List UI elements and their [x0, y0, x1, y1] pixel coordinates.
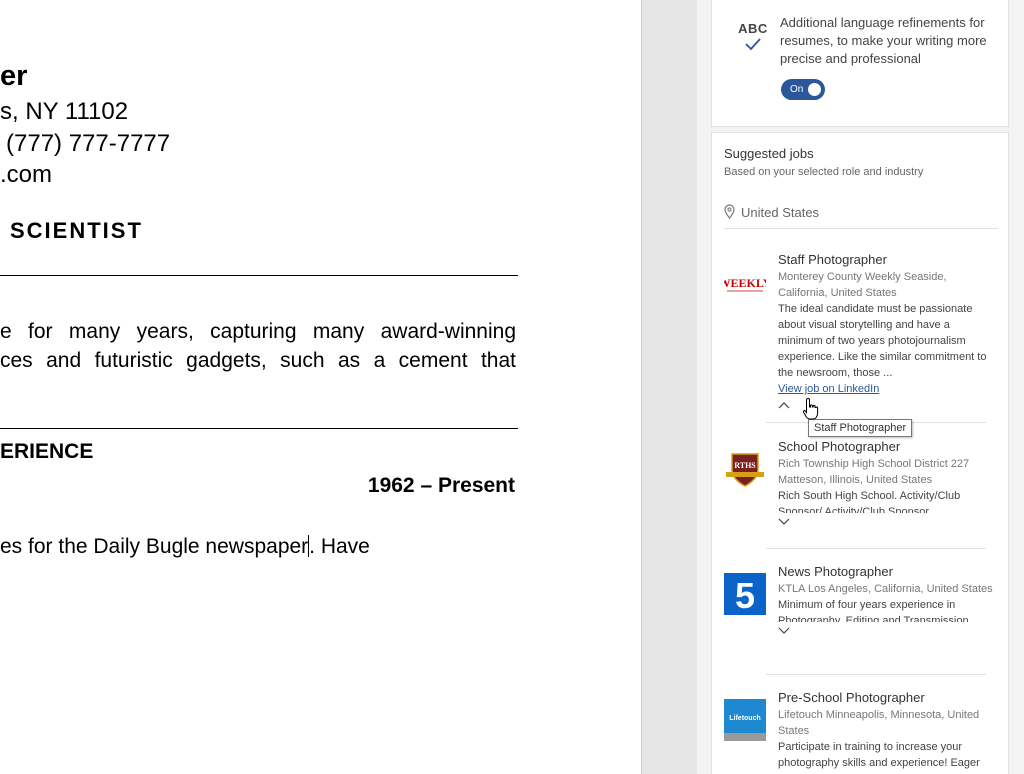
divider [0, 428, 518, 429]
job-company: Rich Township High School District 227 [778, 458, 970, 470]
divider [766, 674, 986, 675]
body-text: . Have [309, 535, 370, 558]
job-description: Participate in training to increase your [778, 741, 963, 753]
job-listing[interactable]: WEEKLY Staff Photographer Monterey Count… [719, 251, 998, 421]
checkmark-icon [745, 38, 761, 50]
divider [724, 228, 998, 229]
company-logo: Lifetouch [724, 699, 766, 741]
divider [766, 548, 986, 549]
location-pin-icon [724, 204, 735, 219]
resume-document[interactable]: er s, NY 11102 (777) 777-7777 .com SCIEN… [0, 0, 641, 774]
spelling-check-icon: ABC [738, 21, 768, 50]
view-job-link[interactable]: View job on LinkedIn [778, 381, 993, 397]
toggle-label: On [790, 84, 804, 95]
location-label: United States [741, 205, 820, 220]
job-description: The ideal candidate must be passionate a… [778, 303, 987, 379]
resume-assistant-pane: ABC Additional language refinements for … [697, 0, 1024, 774]
job-listing[interactable]: 5 News Photographer KTLA Los Angeles, Ca… [724, 563, 998, 668]
company-logo: WEEKLY [719, 261, 772, 303]
company-logo: RTHS [724, 448, 766, 490]
location-filter[interactable]: United States [724, 204, 819, 220]
suggested-jobs-title: Suggested jobs [724, 146, 814, 161]
job-description: Minimum of four years experience in [778, 599, 956, 611]
suggested-jobs-subtitle: Based on your selected role and industry [724, 166, 924, 178]
summary-line: e for many years, capturing many award-w… [0, 320, 516, 343]
job-description: Rich South High School. Activity/Club [778, 490, 961, 502]
job-title[interactable]: News Photographer [778, 563, 993, 581]
resume-phone: (777) 777-7777 [6, 130, 171, 157]
job-title[interactable]: Pre-School Photographer [778, 689, 993, 707]
experience-body[interactable]: es for the Daily Bugle newspaper. Have [0, 535, 370, 559]
chevron-down-icon[interactable] [778, 515, 993, 529]
job-company: KTLA Los Angeles, California, United Sta… [778, 583, 993, 595]
date-range: 1962 – Present [367, 474, 515, 497]
resume-email: .com [0, 161, 53, 188]
svg-text:RTHS: RTHS [734, 461, 756, 470]
language-refinements-card: ABC Additional language refinements for … [711, 0, 1009, 127]
job-company-location: Matteson, Illinois, United States [778, 474, 933, 486]
job-company: Lifetouch Minneapolis, Minnesota, United… [778, 709, 980, 737]
body-text: es for the Daily Bugle newspaper [0, 535, 309, 558]
chevron-down-icon[interactable] [778, 624, 993, 638]
job-title[interactable]: Staff Photographer [778, 251, 993, 269]
job-description-faded: Sponsor/ Activity/Club Sponsor [778, 506, 930, 513]
section-heading: ERIENCE [0, 440, 94, 463]
svg-text:5: 5 [735, 575, 755, 615]
company-logo: 5 [724, 573, 766, 616]
svg-text:WEEKLY: WEEKLY [724, 276, 766, 290]
job-description-faded: photography skills and experience! Eager [778, 757, 980, 769]
job-company: Monterey County Weekly Seaside, Californ… [778, 271, 947, 299]
job-listing[interactable]: RTHS School Photographer Rich Township H… [724, 438, 998, 543]
resume-role: SCIENTIST [10, 218, 143, 243]
resume-address: s, NY 11102 [0, 98, 129, 125]
refinements-toggle[interactable]: On [781, 79, 825, 100]
job-title[interactable]: School Photographer [778, 438, 993, 456]
job-description-faded: Photography, Editing and Transmission [778, 615, 969, 622]
toggle-knob [808, 83, 821, 96]
summary-line: ces and futuristic gadgets, such as a ce… [0, 349, 516, 372]
job-listing[interactable]: Lifetouch Pre-School Photographer Lifeto… [724, 689, 998, 774]
document-gutter [641, 0, 697, 774]
hand-pointer-icon [802, 397, 819, 420]
refinements-description: Additional language refinements for resu… [780, 15, 987, 66]
suggested-jobs-card: Suggested jobs Based on your selected ro… [711, 132, 1009, 774]
svg-text:Lifetouch: Lifetouch [729, 715, 761, 722]
divider [0, 275, 518, 276]
job-title-tooltip: Staff Photographer [808, 419, 913, 437]
resume-name: er [0, 60, 28, 92]
